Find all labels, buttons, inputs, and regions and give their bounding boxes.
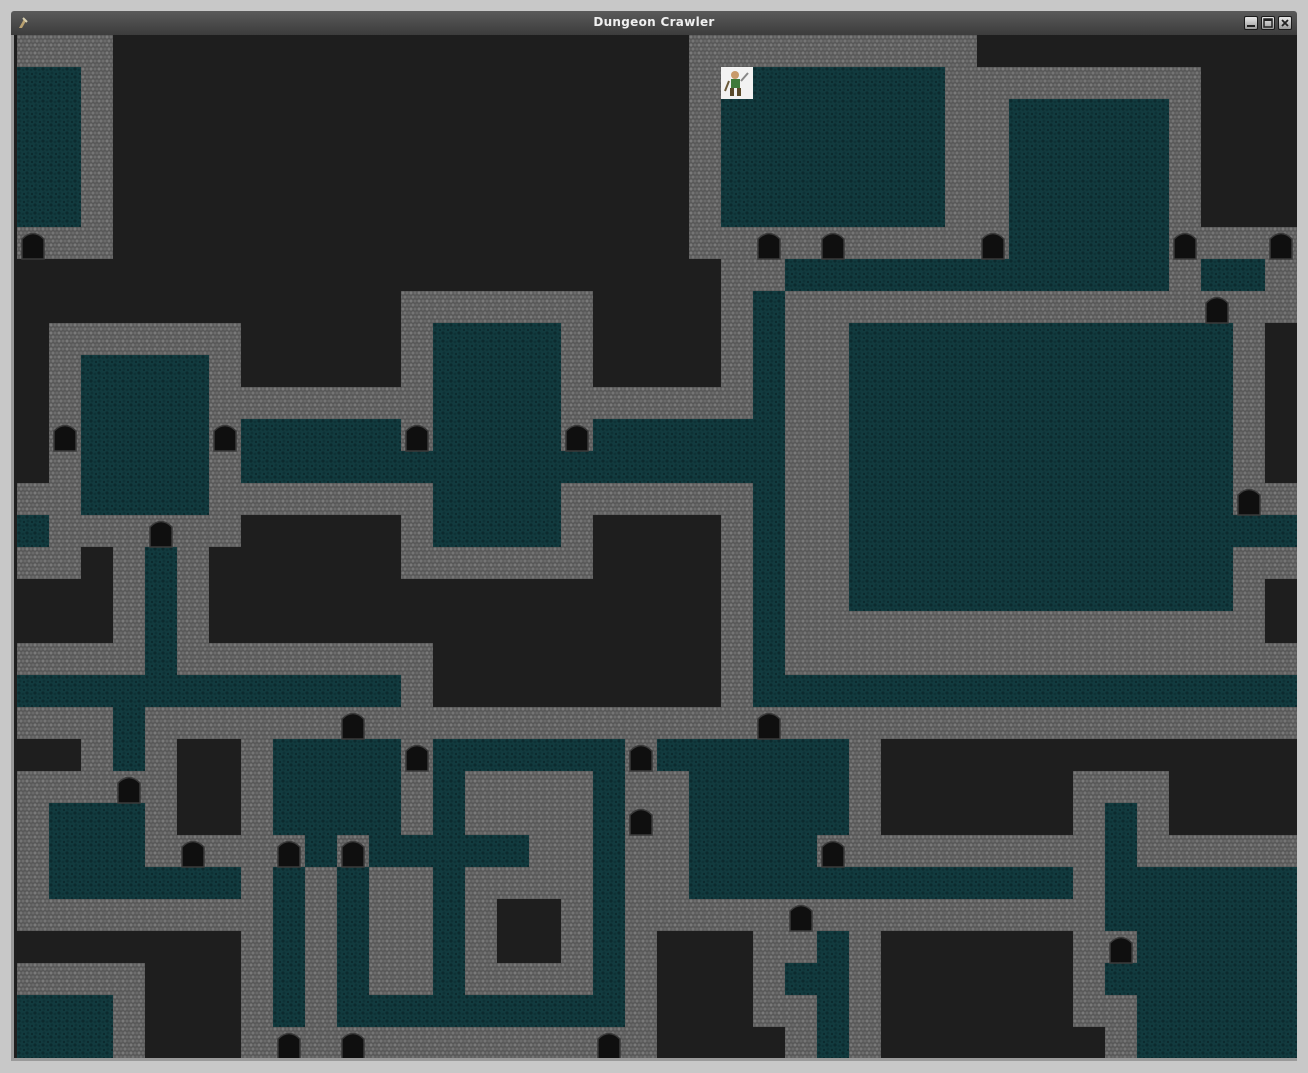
door-icon[interactable] [1265, 227, 1297, 260]
door-icon[interactable] [401, 739, 433, 772]
room-floor [17, 995, 113, 1058]
game-viewport [11, 35, 1297, 1061]
corridor-floor [977, 259, 1009, 291]
dungeon-map[interactable] [17, 35, 1297, 1058]
door-icon[interactable] [113, 771, 145, 804]
maximize-icon [1263, 18, 1273, 28]
door-icon[interactable] [145, 515, 177, 548]
door-icon[interactable] [401, 419, 433, 452]
room-floor [81, 355, 209, 515]
hero-sprite-icon[interactable] [721, 67, 753, 99]
room-floor [1009, 99, 1169, 291]
room-floor [1137, 867, 1297, 1058]
corridor-floor [785, 675, 1297, 707]
door-icon[interactable] [337, 835, 369, 868]
door-icon[interactable] [17, 227, 49, 260]
player[interactable] [721, 67, 753, 99]
door-icon[interactable] [753, 227, 785, 260]
door-icon[interactable] [817, 835, 849, 868]
room-floor [433, 323, 561, 547]
room-floor [17, 67, 81, 227]
corridor-floor [433, 771, 465, 1027]
door-icon[interactable] [209, 419, 241, 452]
corridor-floor [17, 515, 49, 547]
door-icon[interactable] [977, 227, 1009, 260]
door-icon[interactable] [1169, 227, 1201, 260]
corridor-floor [785, 963, 849, 995]
corridor-floor [785, 259, 1009, 291]
door-icon[interactable] [177, 835, 209, 868]
door-icon[interactable] [1105, 931, 1137, 964]
door-icon[interactable] [1201, 291, 1233, 324]
room-floor [273, 739, 401, 835]
corridor-floor [561, 419, 785, 483]
door-icon[interactable] [817, 227, 849, 260]
door-icon[interactable] [49, 419, 81, 452]
door-icon[interactable] [561, 419, 593, 452]
corridor-floor [1233, 515, 1297, 547]
room-floor [721, 67, 945, 227]
title-bar[interactable]: Dungeon Crawler [11, 11, 1297, 35]
minimize-icon [1247, 25, 1255, 27]
door-icon[interactable] [625, 803, 657, 836]
door-icon[interactable] [337, 707, 369, 740]
door-icon[interactable] [593, 1027, 625, 1058]
close-icon [1281, 19, 1289, 27]
corridor-floor [849, 867, 1073, 899]
corridor-floor [401, 739, 721, 771]
door-icon[interactable] [625, 739, 657, 772]
corridor-floor [1105, 803, 1137, 995]
door-icon[interactable] [337, 1027, 369, 1058]
door-icon[interactable] [273, 835, 305, 868]
corridor-floor [17, 675, 401, 707]
maximize-button[interactable] [1261, 16, 1275, 30]
corridor-floor [753, 291, 785, 739]
minimize-button[interactable] [1244, 16, 1258, 30]
door-icon[interactable] [273, 1027, 305, 1058]
door-icon[interactable] [785, 899, 817, 932]
corridor-floor [337, 995, 625, 1027]
door-icon[interactable] [1233, 483, 1265, 516]
game-window: Dungeon Crawler [0, 0, 1308, 1073]
close-button[interactable] [1278, 16, 1292, 30]
window-title: Dungeon Crawler [593, 15, 715, 29]
corridor-floor [273, 835, 529, 867]
room-floor [849, 323, 1233, 611]
door-icon[interactable] [753, 707, 785, 740]
corridor-floor [113, 867, 241, 899]
